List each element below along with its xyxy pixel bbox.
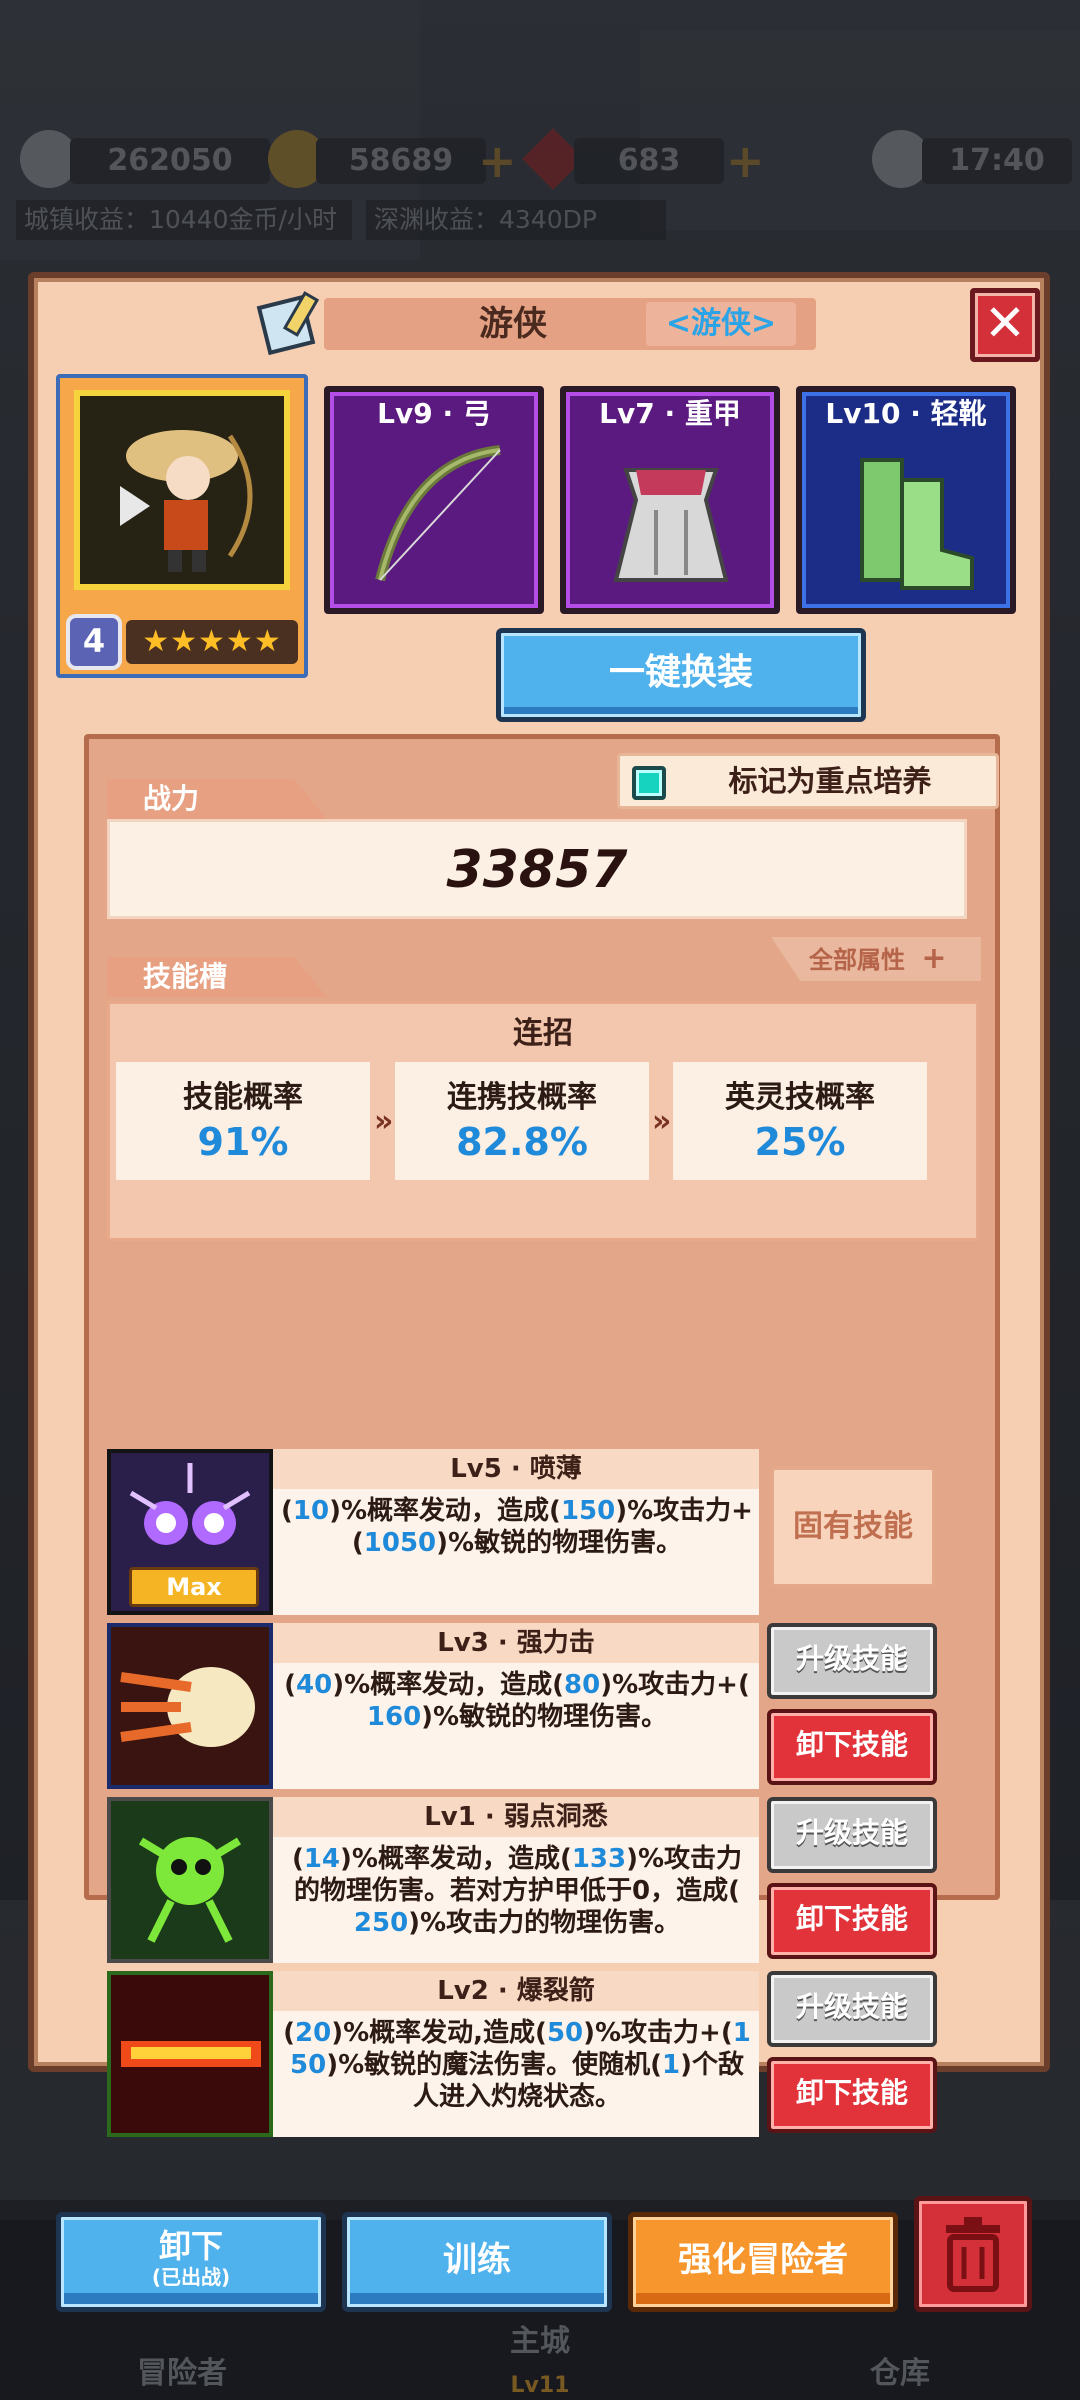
equip-slot-boots[interactable]: Lv10 · 轻靴 bbox=[796, 386, 1016, 614]
delete-hero-button[interactable] bbox=[914, 2196, 1032, 2312]
hero-stars: ★★★★★ bbox=[126, 620, 298, 664]
train-button[interactable]: 训练 bbox=[342, 2212, 612, 2312]
enhance-adventurer-button[interactable]: 强化冒险者 bbox=[628, 2212, 898, 2312]
ranger-sprite-icon bbox=[120, 430, 253, 572]
skill-title: Lv2 · 爆裂箭 bbox=[273, 1971, 759, 2011]
explosive-arrow-icon bbox=[121, 2041, 261, 2067]
skill-description: (10)%概率发动，造成(150)%攻击力+ (1050)%敏锐的物理伤害。 bbox=[281, 1496, 753, 1558]
skill-title: Lv3 · 强力击 bbox=[273, 1623, 759, 1663]
combo-cell-name: 英灵技概率 bbox=[725, 1080, 875, 1115]
skill-icon-weakness[interactable] bbox=[107, 1797, 273, 1963]
hero-card-icon bbox=[256, 291, 320, 356]
unequip-skill-button[interactable]: 卸下技能 bbox=[767, 1709, 937, 1785]
equip-label: Lv7 · 重甲 bbox=[599, 397, 741, 430]
skill-icon-explosive-arrow[interactable] bbox=[107, 1971, 273, 2137]
close-button[interactable]: ✕ bbox=[970, 288, 1040, 362]
all-attributes-label: 全部属性 bbox=[809, 946, 905, 974]
all-attributes-button[interactable]: 全部属性 + bbox=[771, 937, 981, 981]
focus-toggle[interactable]: 标记为重点培养 bbox=[617, 753, 999, 809]
equip-label: Lv10 · 轻靴 bbox=[825, 397, 987, 430]
combo-spirit-rate: 英灵技概率 25% bbox=[673, 1062, 927, 1180]
unequip-hero-label: 卸下 bbox=[158, 2227, 223, 2265]
class-tag: <游侠> bbox=[646, 302, 796, 346]
skill-title: Lv5 · 喷薄 bbox=[273, 1449, 759, 1489]
unequip-skill-button[interactable]: 卸下技能 bbox=[767, 2057, 937, 2133]
dialog-title: 游侠 bbox=[479, 304, 547, 344]
combo-chain-rate: 连携技概率 82.8% bbox=[395, 1062, 649, 1180]
combo-cell-value: 25% bbox=[754, 1120, 846, 1164]
skill-icon-burst[interactable]: Max bbox=[107, 1449, 273, 1615]
skill-row: Max Lv5 · 喷薄 (10)%概率发动，造成(150)%攻击力+ (105… bbox=[107, 1449, 979, 1615]
upgrade-skill-button[interactable]: 升级技能 bbox=[767, 1623, 937, 1699]
skill-slot-tab-label: 技能槽 bbox=[107, 957, 327, 997]
unequip-hero-button[interactable]: 卸下 (已出战) bbox=[56, 2212, 326, 2312]
focus-label: 标记为重点培养 bbox=[728, 764, 932, 798]
combo-cell-value: 82.8% bbox=[456, 1120, 588, 1164]
power-display: 33857 bbox=[107, 819, 967, 919]
hero-avatar bbox=[74, 390, 290, 590]
unequip-skill-button[interactable]: 卸下技能 bbox=[767, 1883, 937, 1959]
one-click-equip-button[interactable]: 一键换装 bbox=[496, 628, 866, 722]
skill-description: (14)%概率发动，造成(133)%攻击力 的物理伤害。若对方护甲低于0，造成(… bbox=[291, 1844, 743, 1938]
innate-skill-label: 固有技能 bbox=[771, 1467, 935, 1587]
combo-cell-name: 连携技概率 bbox=[447, 1080, 597, 1115]
equip-slot-armor[interactable]: Lv7 · 重甲 bbox=[560, 386, 780, 614]
combo-cell-value: 91% bbox=[197, 1120, 289, 1164]
power-value: 33857 bbox=[446, 840, 628, 900]
unequip-hero-sublabel: (已出战) bbox=[151, 2265, 231, 2289]
focus-checkbox[interactable] bbox=[632, 766, 666, 800]
skill-row: Lv2 · 爆裂箭 (20)%概率发动,造成(50)%攻击力+(1 50)%敏锐… bbox=[107, 1971, 979, 2137]
plus-icon: + bbox=[921, 941, 947, 976]
upgrade-skill-button[interactable]: 升级技能 bbox=[767, 1797, 937, 1873]
combo-panel: 连招 技能概率 91% » 连携技概率 82.8% » 英灵技概率 25% bbox=[107, 1001, 979, 1241]
hero-detail-dialog: 游侠 <游侠> ✕ 4 ★★★★★ Lv9 · 弓 Lv7 · 重甲 Lv10 … bbox=[28, 272, 1050, 2312]
equip-label: Lv9 · 弓 bbox=[377, 397, 491, 430]
skill-row: Lv3 · 强力击 (40)%概率发动，造成(80)%攻击力+( 160)%敏锐… bbox=[107, 1623, 979, 1789]
weakness-insight-icon bbox=[138, 1837, 242, 1943]
skill-row: Lv1 · 弱点洞悉 (14)%概率发动，造成(133)%攻击力 的物理伤害。若… bbox=[107, 1797, 979, 1963]
stats-panel: 战力 标记为重点培养 33857 技能槽 全部属性 + 连招 技能概率 91% … bbox=[84, 734, 1000, 2137]
hero-level-badge: 4 bbox=[66, 614, 122, 670]
skill-icon-power-strike[interactable] bbox=[107, 1623, 273, 1789]
light-boots-icon bbox=[860, 458, 974, 590]
max-badge: Max bbox=[129, 1567, 259, 1607]
combo-skill-rate: 技能概率 91% bbox=[116, 1062, 370, 1180]
combo-cell-name: 技能概率 bbox=[183, 1080, 303, 1115]
skill-description: (20)%概率发动,造成(50)%攻击力+(1 50)%敏锐的魔法伤害。使随机(… bbox=[283, 2018, 751, 2112]
chevron-right-icon: » bbox=[374, 1104, 394, 1139]
skill-description: (40)%概率发动，造成(80)%攻击力+( 160)%敏锐的物理伤害。 bbox=[284, 1670, 750, 1732]
upgrade-skill-button[interactable]: 升级技能 bbox=[767, 1971, 937, 2047]
power-strike-icon bbox=[120, 1667, 255, 1747]
combo-title: 连招 bbox=[513, 1016, 573, 1051]
heavy-armor-icon bbox=[613, 468, 729, 582]
bow-icon bbox=[375, 445, 501, 582]
skill-title: Lv1 · 弱点洞悉 bbox=[273, 1797, 759, 1837]
trash-icon bbox=[946, 2217, 1000, 2292]
hero-portrait[interactable]: 4 ★★★★★ bbox=[56, 374, 308, 678]
power-tab-label: 战力 bbox=[107, 779, 327, 819]
equip-slot-bow[interactable]: Lv9 · 弓 bbox=[324, 386, 544, 614]
chevron-right-icon: » bbox=[652, 1104, 672, 1139]
